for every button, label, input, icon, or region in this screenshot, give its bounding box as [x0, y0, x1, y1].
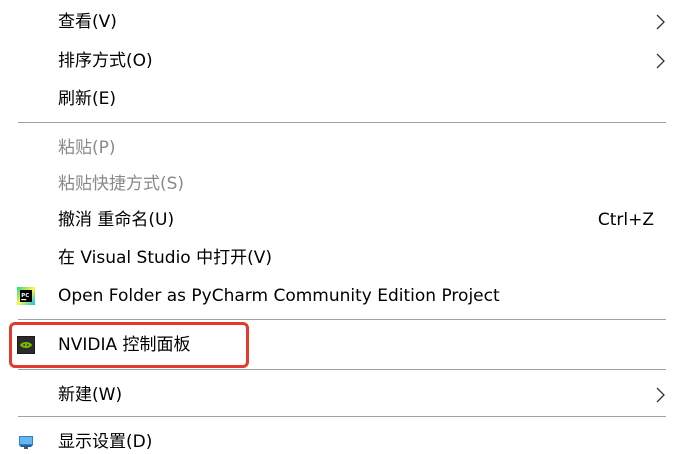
menu-item-open-visual-studio[interactable]: 在 Visual Studio 中打开(V) — [0, 240, 684, 276]
highlight-box — [9, 322, 249, 368]
menu-item-new-label: 新建(W) — [58, 385, 123, 405]
menu-item-paste-label: 粘贴(P) — [58, 138, 116, 158]
chevron-right-icon — [656, 14, 665, 30]
menu-separator — [18, 319, 666, 320]
menu-item-undo-rename[interactable]: 撤消 重命名(U) Ctrl+Z — [0, 202, 684, 238]
menu-item-new[interactable]: 新建(W) — [0, 377, 684, 413]
chevron-right-icon — [656, 53, 665, 69]
context-menu: 查看(V) 排序方式(O) 刷新(E) 粘贴(P) 粘贴快捷方式(S) 撤消 重… — [0, 0, 684, 454]
menu-item-paste-shortcut: 粘贴快捷方式(S) — [0, 166, 684, 202]
menu-item-open-visual-studio-label: 在 Visual Studio 中打开(V) — [58, 248, 273, 268]
menu-item-refresh-label: 刷新(E) — [58, 89, 117, 109]
menu-item-display-settings-label: 显示设置(D) — [58, 432, 153, 452]
menu-separator — [18, 122, 666, 123]
menu-item-paste: 粘贴(P) — [0, 130, 684, 166]
pycharm-icon: PC — [17, 287, 35, 305]
menu-item-refresh[interactable]: 刷新(E) — [0, 81, 684, 117]
menu-item-paste-shortcut-label: 粘贴快捷方式(S) — [58, 174, 185, 194]
menu-separator — [18, 369, 666, 370]
menu-item-sort-label: 排序方式(O) — [58, 51, 153, 71]
shortcut-label: Ctrl+Z — [597, 210, 654, 230]
menu-item-open-pycharm[interactable]: PC Open Folder as PyCharm Community Edit… — [0, 278, 684, 314]
chevron-right-icon — [656, 387, 665, 403]
menu-separator — [18, 416, 666, 417]
menu-item-sort[interactable]: 排序方式(O) — [0, 43, 684, 79]
display-settings-icon — [19, 436, 33, 449]
menu-item-open-pycharm-label: Open Folder as PyCharm Community Edition… — [58, 286, 500, 306]
menu-item-view[interactable]: 查看(V) — [0, 4, 684, 40]
svg-text:PC: PC — [21, 293, 29, 299]
menu-item-display-settings[interactable]: 显示设置(D) — [0, 424, 684, 454]
menu-item-view-label: 查看(V) — [58, 12, 117, 32]
menu-item-undo-rename-label: 撤消 重命名(U) — [58, 210, 175, 230]
